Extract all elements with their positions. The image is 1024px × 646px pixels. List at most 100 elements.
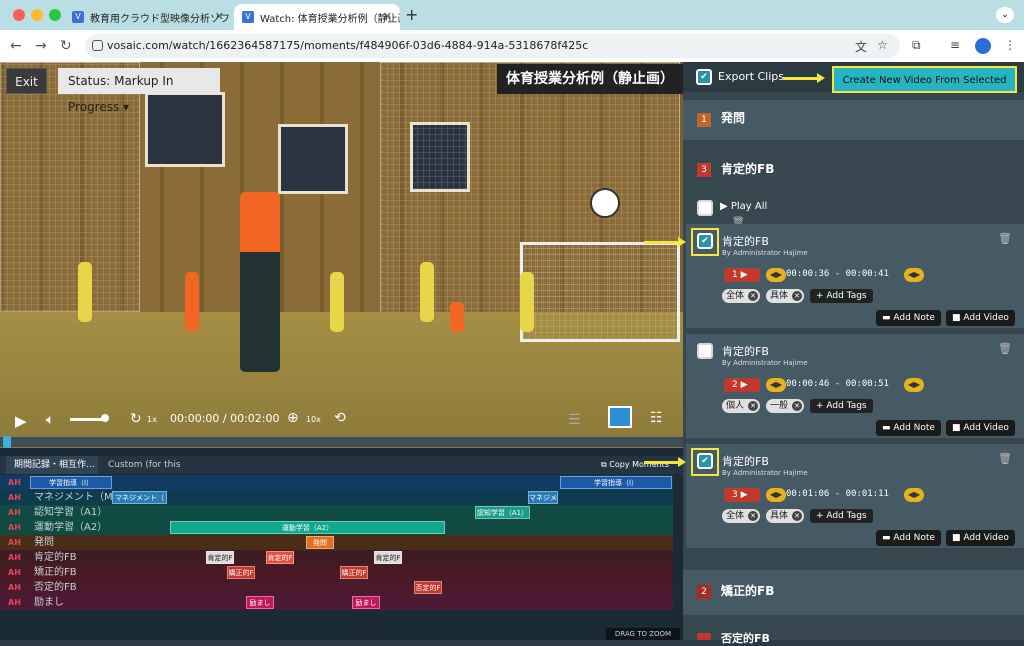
clip-number-badge[interactable]: 1 ▶ [724,268,760,282]
timeline-segment[interactable]: マネジメ [528,491,558,504]
timeline-segment[interactable]: マネジメント（ [112,491,167,504]
tab-custom[interactable]: Custom (for this vid... [100,456,192,488]
new-tab-button[interactable]: + [405,5,418,24]
set-out-point-icon[interactable]: ◀▶ [904,378,924,392]
close-tab-icon[interactable]: ✕ [215,10,224,23]
trash-icon[interactable]: 🗑 [998,342,1012,355]
tag-chip[interactable]: 全体 ✕ [722,509,761,523]
trash-icon[interactable]: 🗑 [998,452,1012,465]
volume-icon[interactable]: 🔈︎ [46,412,54,428]
tag-chip[interactable]: 具体 ✕ [766,289,805,303]
timeline-segment[interactable]: 認知学習（A1） [475,506,530,519]
clip-card[interactable]: 肯定的FB By Administrator Hajime 🗑 2 ▶ ◀▶ 00:00:… [686,334,1024,438]
bookmark-star-icon[interactable]: ☆ [877,38,888,52]
timeline-segment[interactable]: 否定的F [414,581,442,594]
address-bar[interactable]: vosaic.com/watch/1662364587175/moments/f… [85,34,900,58]
timeline-segment[interactable]: 学習指導（I） [560,476,672,489]
media-icon[interactable]: ≡ [950,38,960,52]
timeline-row[interactable]: AH 運動学習（A2） 運動学習（A2） [0,520,673,535]
timeline-row[interactable]: AH 発問 発問 [0,535,673,550]
clip-card[interactable]: ✔ 肯定的FB By Administrator Hajime 🗑 3 ▶ ◀▶ 00:01… [686,444,1024,548]
comment-icon[interactable] [608,406,632,428]
add-note-button[interactable]: ▬ Add Note [876,530,941,546]
play-icon[interactable]: ▶ [15,412,27,430]
timeline-row[interactable]: AH 否定的FB 否定的F [0,580,673,595]
export-clips-checkbox[interactable]: ✔ [696,69,712,85]
add-tags-button[interactable]: + Add Tags [810,289,873,303]
maximize-window-button[interactable] [49,9,61,21]
translate-icon[interactable]: 文 [855,38,867,55]
clip-card[interactable]: ✔ 肯定的FB By Administrator Hajime 🗑 1 ▶ ◀▶ 00:00… [686,224,1024,328]
set-out-point-icon[interactable]: ◀▶ [904,268,924,282]
set-out-point-icon[interactable]: ◀▶ [904,488,924,502]
section-negative-fb[interactable]: 否定的FB [683,625,1024,645]
tag-chip[interactable]: 個人 ✕ [722,399,761,413]
timeline-segment[interactable]: 発問 [306,536,334,549]
reload-icon[interactable]: ↻ [60,38,72,54]
remove-tag-icon[interactable]: ✕ [748,511,759,521]
play-all-button[interactable]: ▶ Play All [720,201,767,212]
set-in-point-icon[interactable]: ◀▶ [766,488,786,502]
tag-chip[interactable]: 一般 ✕ [766,399,805,413]
add-note-button[interactable]: ▬ Add Note [876,420,941,436]
rotate-icon[interactable]: ⟲ [334,410,346,426]
remove-tag-icon[interactable]: ✕ [748,401,759,411]
tab-watch[interactable]: V Watch: 体育授業分析例（静止画） ✕ [234,4,400,30]
volume-knob[interactable] [101,414,109,422]
section-corrective-fb[interactable]: 2 矯正的FB [683,570,1024,615]
remove-tag-icon[interactable]: ✕ [792,401,803,411]
scrubber-bar[interactable] [0,436,683,448]
clip-number-badge[interactable]: 2 ▶ [724,378,760,392]
scrubber-knob[interactable] [3,436,11,448]
close-window-button[interactable] [13,9,25,21]
close-tab-icon[interactable]: ✕ [383,10,392,23]
timeline-segment[interactable]: 肯定的F [374,551,402,564]
create-new-video-button[interactable]: Create New Video From Selected [832,66,1017,93]
tag-chip[interactable]: 具体 ✕ [766,509,805,523]
forward-icon[interactable]: → [35,38,47,54]
timeline-segment[interactable]: 矯正的F [227,566,255,579]
timeline-segment[interactable]: 肯定的F [266,551,294,564]
set-in-point-icon[interactable]: ◀▶ [766,378,786,392]
remove-tag-icon[interactable]: ✕ [748,291,759,301]
tag-chip[interactable]: 全体 ✕ [722,289,761,303]
select-all-checkbox[interactable] [697,200,713,216]
timeline-segment[interactable]: 学習指導（I） [30,476,112,489]
section-positive-fb[interactable]: 3 肯定的FB [683,150,1024,190]
tab-period-record[interactable]: 期間記録・相互作... [6,456,98,474]
timeline-row[interactable]: AH 矯正的FB 矯正的F 矯正的F [0,565,673,580]
add-note-button[interactable]: ▬ Add Note [876,310,941,326]
timeline-segment[interactable]: 励まし [352,596,380,609]
profile-avatar[interactable] [975,38,991,54]
playback-speed-icon[interactable]: ↻ [130,411,142,427]
trash-icon[interactable]: 🗑 [998,232,1012,245]
timeline-segment[interactable]: 励まし [246,596,274,609]
add-video-button[interactable]: ■ Add Video [946,310,1015,326]
remove-tag-icon[interactable]: ✕ [792,511,803,521]
timeline-segment[interactable]: 運動学習（A2） [170,521,445,534]
section-question[interactable]: 1 発問 [683,100,1024,140]
timeline-row[interactable]: AH 認知学習（A1） 認知学習（A1） [0,505,673,520]
list-icon[interactable]: ☰ [568,412,581,428]
add-video-button[interactable]: ■ Add Video [946,530,1015,546]
timeline-row[interactable]: AH 肯定的FB 肯定的F 肯定的F 肯定的F [0,550,673,565]
timeline-row[interactable]: AH 励まし 励まし 励まし [0,595,673,610]
clip-checkbox[interactable] [697,343,713,359]
back-icon[interactable]: ← [10,38,22,54]
exit-button[interactable]: Exit [6,68,47,94]
timeline-row[interactable]: AH マネジメント（M マネジメント（ マネジメ [0,490,673,505]
site-info-icon[interactable] [92,40,103,51]
timeline-segment[interactable]: 肯定的F [206,551,234,564]
copy-moments-button[interactable]: ⧉ Copy Moments [601,456,669,474]
add-tags-button[interactable]: + Add Tags [810,509,873,523]
add-video-button[interactable]: ■ Add Video [946,420,1015,436]
extensions-icon[interactable]: ⧉ [912,38,921,53]
remove-tag-icon[interactable]: ✕ [792,291,803,301]
zoom-icon[interactable]: ⊕ [287,410,299,426]
settings-sliders-icon[interactable]: ☷ [650,410,663,426]
minimize-window-button[interactable] [31,9,43,21]
timeline-row[interactable]: AH 学習指導（I） 学習指導（I） [0,475,673,490]
tab-analysis-software[interactable]: V 教育用クラウド型映像分析ソフト ✕ [64,4,232,30]
tab-search-icon[interactable]: ⌄ [996,7,1014,23]
clip-number-badge[interactable]: 3 ▶ [724,488,760,502]
